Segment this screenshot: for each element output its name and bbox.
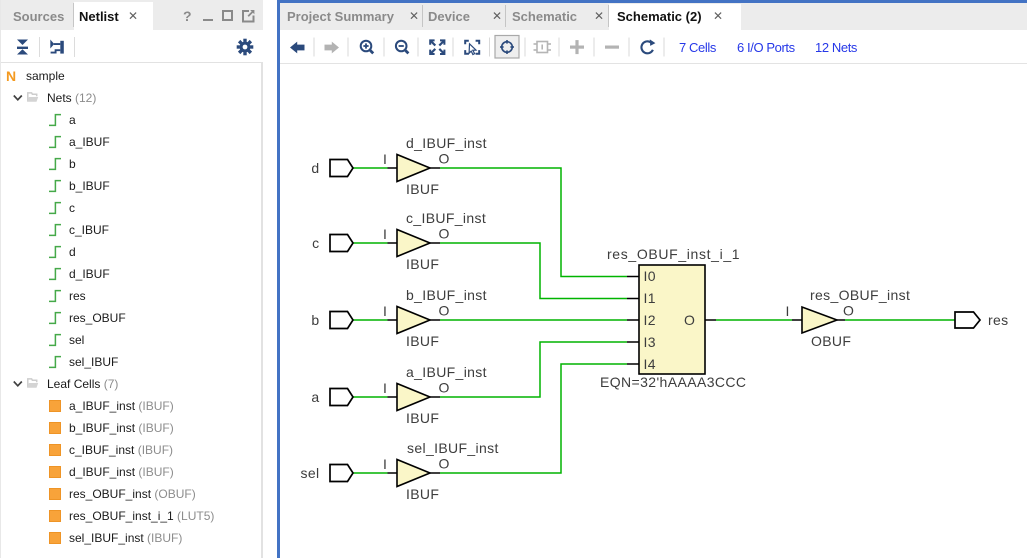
svg-text:c_IBUF_inst: c_IBUF_inst	[406, 210, 486, 226]
svg-text:I1: I1	[644, 290, 656, 306]
svg-text:O: O	[439, 380, 450, 396]
svg-text:I: I	[383, 456, 387, 472]
svg-text:I: I	[383, 303, 387, 319]
svg-text:res_OBUF_inst_i_1: res_OBUF_inst_i_1	[607, 246, 740, 262]
svg-text:res_OBUF_inst: res_OBUF_inst	[810, 287, 910, 303]
svg-text:a: a	[311, 389, 319, 405]
svg-text:O: O	[843, 303, 854, 319]
svg-text:I: I	[786, 303, 790, 319]
svg-text:d: d	[311, 160, 319, 176]
svg-text:IBUF: IBUF	[406, 181, 439, 197]
svg-text:d_IBUF_inst: d_IBUF_inst	[406, 135, 487, 151]
svg-text:O: O	[439, 303, 450, 319]
svg-text:sel_IBUF_inst: sel_IBUF_inst	[407, 440, 499, 456]
svg-text:a_IBUF_inst: a_IBUF_inst	[406, 364, 487, 380]
svg-text:OBUF: OBUF	[811, 333, 851, 349]
svg-text:O: O	[439, 456, 450, 472]
svg-text:I3: I3	[644, 334, 656, 350]
svg-text:I4: I4	[644, 356, 656, 372]
svg-text:O: O	[684, 312, 695, 328]
svg-text:O: O	[439, 151, 450, 167]
svg-text:I: I	[383, 226, 387, 242]
svg-text:IBUF: IBUF	[406, 486, 439, 502]
svg-text:sel: sel	[301, 465, 320, 481]
svg-text:I: I	[383, 151, 387, 167]
svg-text:O: O	[439, 226, 450, 242]
svg-text:c: c	[312, 235, 319, 251]
svg-text:b_IBUF_inst: b_IBUF_inst	[406, 287, 487, 303]
svg-text:I: I	[383, 380, 387, 396]
svg-text:I0: I0	[644, 268, 656, 284]
svg-text:b: b	[311, 312, 319, 328]
svg-text:IBUF: IBUF	[406, 256, 439, 272]
svg-text:IBUF: IBUF	[406, 333, 439, 349]
svg-text:I2: I2	[644, 312, 656, 328]
svg-text:IBUF: IBUF	[406, 410, 439, 426]
svg-text:res: res	[988, 312, 1009, 328]
svg-text:EQN=32'hAAAA3CCC: EQN=32'hAAAA3CCC	[600, 374, 746, 390]
